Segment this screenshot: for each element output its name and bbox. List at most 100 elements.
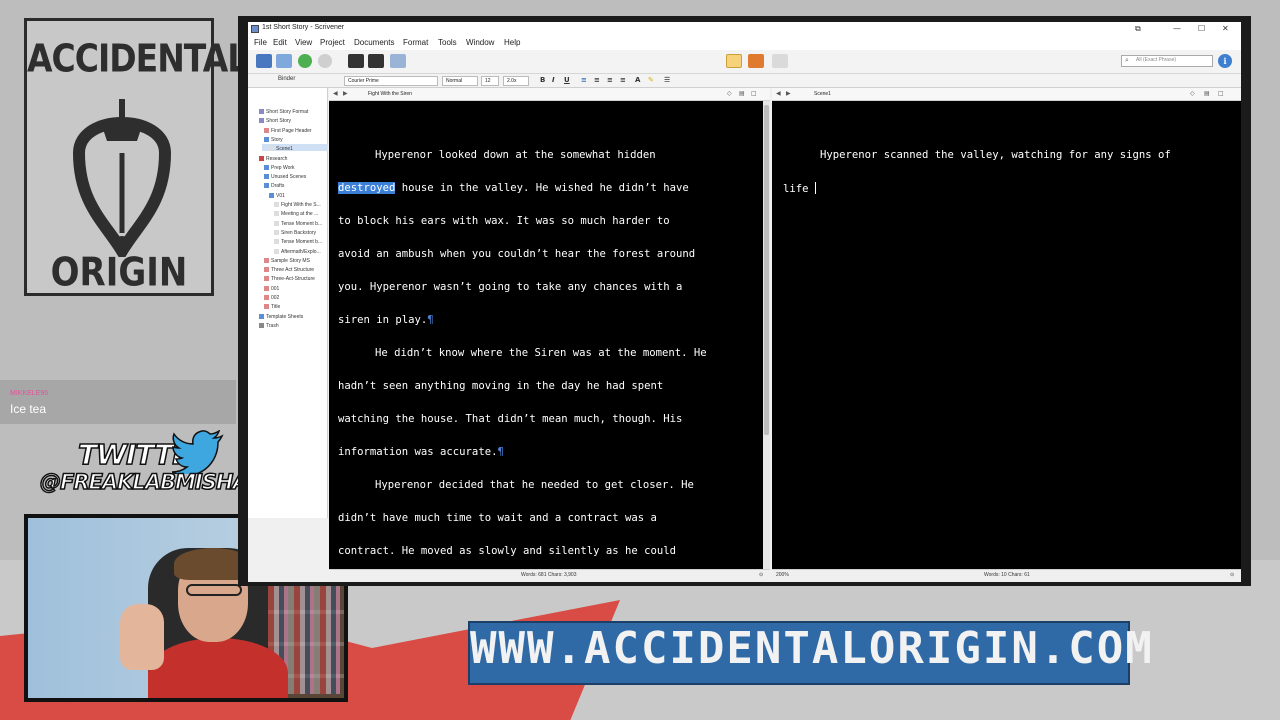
- align-left-icon[interactable]: ≡: [581, 76, 587, 84]
- binder-item-label: Aftermath/Explo...: [281, 248, 321, 255]
- text-line: avoid an ambush when you couldn’t hear t…: [338, 248, 696, 260]
- close-editor-icon[interactable]: □: [1218, 90, 1224, 97]
- bookmark-icon[interactable]: ◇: [1190, 90, 1195, 97]
- binder-item[interactable]: Title: [264, 304, 280, 310]
- document-icon: [264, 276, 269, 282]
- info-icon[interactable]: i: [1218, 54, 1232, 68]
- binder-item[interactable]: V01: [269, 192, 285, 199]
- quick-reference-button[interactable]: [368, 54, 384, 68]
- folder-button[interactable]: [276, 54, 292, 68]
- menu-edit[interactable]: Edit: [273, 38, 287, 47]
- binder-item[interactable]: Tense Moment b...: [274, 239, 322, 245]
- back-icon[interactable]: ◀: [776, 90, 781, 97]
- binder-item[interactable]: Scene1: [269, 146, 293, 152]
- binder-item[interactable]: Three-Act-Structure: [264, 276, 315, 282]
- logo-bottom-text: ORIGIN: [50, 250, 188, 296]
- align-center-icon[interactable]: ≡: [594, 76, 600, 84]
- binder-item[interactable]: Short Story Format: [259, 109, 308, 115]
- view-mode-grid-button[interactable]: [772, 54, 788, 68]
- view-mode-corkboard-button[interactable]: [726, 54, 742, 68]
- binder-item-label: Scene1: [276, 146, 293, 153]
- project-search-input[interactable]: ⌕ All (Exact Phrase): [1121, 55, 1213, 67]
- binder-item[interactable]: Story: [264, 136, 283, 143]
- restore-down-icon[interactable]: ⧉: [1135, 24, 1141, 34]
- minimize-button[interactable]: —: [1173, 24, 1181, 33]
- binder-item[interactable]: 002: [264, 295, 279, 301]
- close-editor-icon[interactable]: □: [751, 90, 757, 97]
- binder-toggle-button[interactable]: [256, 54, 272, 68]
- binder-item-label: V01: [276, 192, 285, 199]
- align-right-icon[interactable]: ≡: [607, 76, 613, 84]
- right-editor-text[interactable]: Hyperenor scanned the valley, watching f…: [772, 101, 1241, 569]
- underline-button[interactable]: U: [564, 76, 570, 84]
- binder-item[interactable]: Tense Moment b...: [274, 220, 322, 227]
- menu-documents[interactable]: Documents: [354, 38, 394, 47]
- bold-button[interactable]: B: [540, 76, 545, 84]
- menu-tools[interactable]: Tools: [438, 38, 457, 47]
- back-icon[interactable]: ◀: [333, 90, 338, 97]
- font-size-select[interactable]: 12: [481, 76, 499, 86]
- add-document-icon[interactable]: [298, 54, 312, 68]
- menu-view[interactable]: View: [295, 38, 312, 47]
- forward-icon[interactable]: ▶: [343, 90, 348, 97]
- document-icon: [264, 285, 269, 291]
- binder-item[interactable]: 001: [264, 285, 279, 292]
- target-icon[interactable]: ⊙: [1230, 572, 1234, 578]
- text-color-icon[interactable]: A: [635, 76, 640, 84]
- binder-item[interactable]: Prep Work: [264, 164, 295, 171]
- menu-help[interactable]: Help: [504, 38, 520, 47]
- compose-mode-button[interactable]: [348, 54, 364, 68]
- binder-item[interactable]: Template Sheets: [259, 313, 303, 320]
- text-line: siren in play.¶: [338, 314, 434, 326]
- close-button[interactable]: ✕: [1222, 24, 1229, 33]
- split-icon[interactable]: ▤: [1204, 90, 1210, 97]
- left-editor-text[interactable]: Hyperenor looked down at the somewhat hi…: [329, 101, 763, 569]
- zoom-level[interactable]: 200%: [776, 572, 789, 578]
- scrollbar-thumb[interactable]: [764, 105, 769, 435]
- document-icon: [259, 322, 264, 328]
- binder-item[interactable]: Trash: [259, 322, 279, 329]
- binder-item[interactable]: Aftermath/Explo...: [274, 248, 321, 255]
- main-toolbar: ⌕ All (Exact Phrase) i: [248, 50, 1241, 74]
- text-line: Hyperenor looked down at the somewhat hi…: [375, 149, 656, 161]
- text-line: didn’t have much time to wait and a cont…: [338, 512, 657, 524]
- menu-project[interactable]: Project: [320, 38, 345, 47]
- binder-item[interactable]: Fight With the S...: [274, 202, 321, 208]
- compile-button[interactable]: [390, 54, 406, 68]
- font-family-select[interactable]: Courier Prime: [344, 76, 438, 86]
- view-mode-outline-button[interactable]: [748, 54, 764, 68]
- split-icon[interactable]: ▤: [739, 90, 745, 97]
- document-icon: [274, 211, 279, 217]
- binder-item[interactable]: Drafts: [264, 183, 284, 189]
- binder-item[interactable]: Short Story: [259, 118, 291, 124]
- binder-item[interactable]: Meeting at the ...: [274, 211, 318, 217]
- document-icon: [264, 174, 269, 180]
- website-url: WWW.ACCIDENTALORIGIN.COM: [470, 623, 1154, 674]
- left-editor-scrollbar[interactable]: [763, 101, 770, 569]
- binder-item[interactable]: First Page Header: [264, 127, 312, 134]
- selected-word[interactable]: destroyed: [338, 182, 396, 194]
- binder-item-label: First Page Header: [271, 127, 312, 134]
- binder-item[interactable]: Unused Scenes: [264, 174, 306, 180]
- italic-button[interactable]: I: [552, 76, 555, 84]
- document-icon: [259, 118, 264, 124]
- menu-format[interactable]: Format: [403, 38, 428, 47]
- menu-window[interactable]: Window: [466, 38, 494, 47]
- maximize-button[interactable]: ☐: [1198, 24, 1205, 33]
- highlight-icon[interactable]: ✎: [648, 76, 654, 84]
- scrivener-app-icon: [251, 25, 259, 33]
- title-bar[interactable]: 1st Short Story - Scrivener ⧉ — ☐ ✕: [248, 22, 1241, 36]
- binder-item[interactable]: Research: [259, 155, 287, 162]
- binder-item[interactable]: Sample Story MS: [264, 257, 310, 264]
- binder-item[interactable]: Three Act Structure: [264, 267, 314, 273]
- target-icon[interactable]: ⊙: [759, 572, 763, 578]
- menu-file[interactable]: File: [254, 38, 267, 47]
- binder-item[interactable]: Siren Backstory: [274, 229, 316, 236]
- line-spacing-select[interactable]: 2.0x: [503, 76, 529, 86]
- delete-icon[interactable]: [318, 54, 332, 68]
- style-select[interactable]: Normal: [442, 76, 478, 86]
- bookmark-icon[interactable]: ◇: [727, 90, 732, 97]
- justify-icon[interactable]: ≡: [620, 76, 626, 84]
- lists-icon[interactable]: ☰: [664, 76, 670, 84]
- forward-icon[interactable]: ▶: [786, 90, 791, 97]
